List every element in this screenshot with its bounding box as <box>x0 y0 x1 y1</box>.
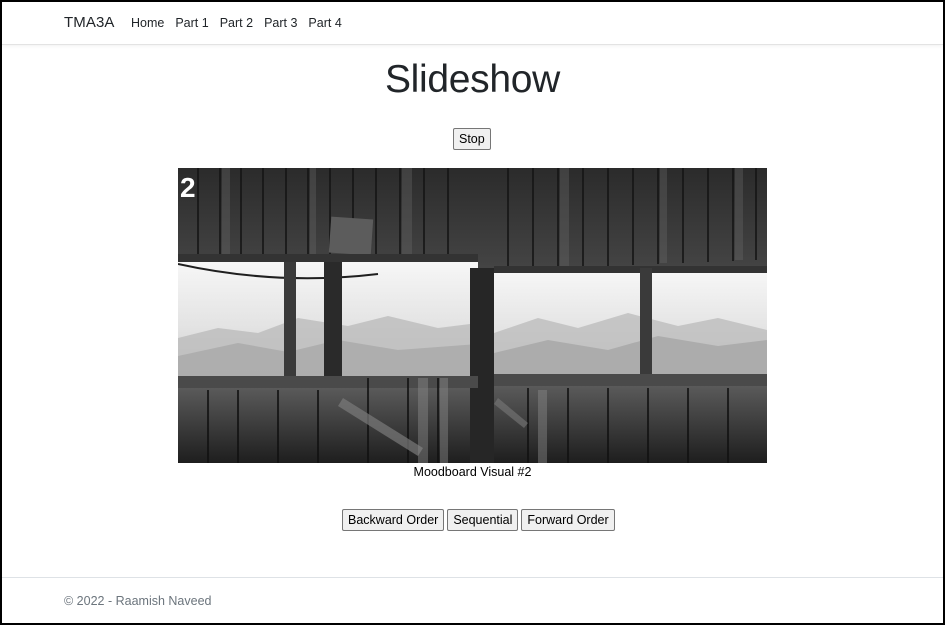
stop-button[interactable]: Stop <box>453 128 491 150</box>
slide-number-overlay: 2 <box>180 172 196 203</box>
nav-links: Home Part 1 Part 2 Part 3 Part 4 <box>131 16 353 30</box>
navbar: TMA3A Home Part 1 Part 2 Part 3 Part 4 <box>2 2 943 45</box>
page-title: Slideshow <box>384 58 561 101</box>
order-buttons: Backward Order Sequential Forward Order <box>342 509 615 531</box>
nav-link-part-1[interactable]: Part 1 <box>175 16 208 30</box>
forward-order-button[interactable]: Forward Order <box>521 509 615 531</box>
brand-link[interactable]: TMA3A <box>64 14 115 31</box>
backward-order-button[interactable]: Backward Order <box>342 509 445 531</box>
footer-copyright: © 2022 - Raamish Naveed <box>64 594 212 608</box>
sequential-button[interactable]: Sequential <box>447 509 519 531</box>
slideshow-image: 2 <box>178 168 767 463</box>
nav-link-home[interactable]: Home <box>131 16 164 30</box>
slide-caption: Moodboard Visual #2 <box>413 465 532 479</box>
nav-link-part-2[interactable]: Part 2 <box>220 16 253 30</box>
nav-link-part-3[interactable]: Part 3 <box>264 16 297 30</box>
page-frame: TMA3A Home Part 1 Part 2 Part 3 Part 4 S… <box>0 0 945 625</box>
footer: © 2022 - Raamish Naveed <box>2 577 943 623</box>
nav-link-part-4[interactable]: Part 4 <box>308 16 341 30</box>
